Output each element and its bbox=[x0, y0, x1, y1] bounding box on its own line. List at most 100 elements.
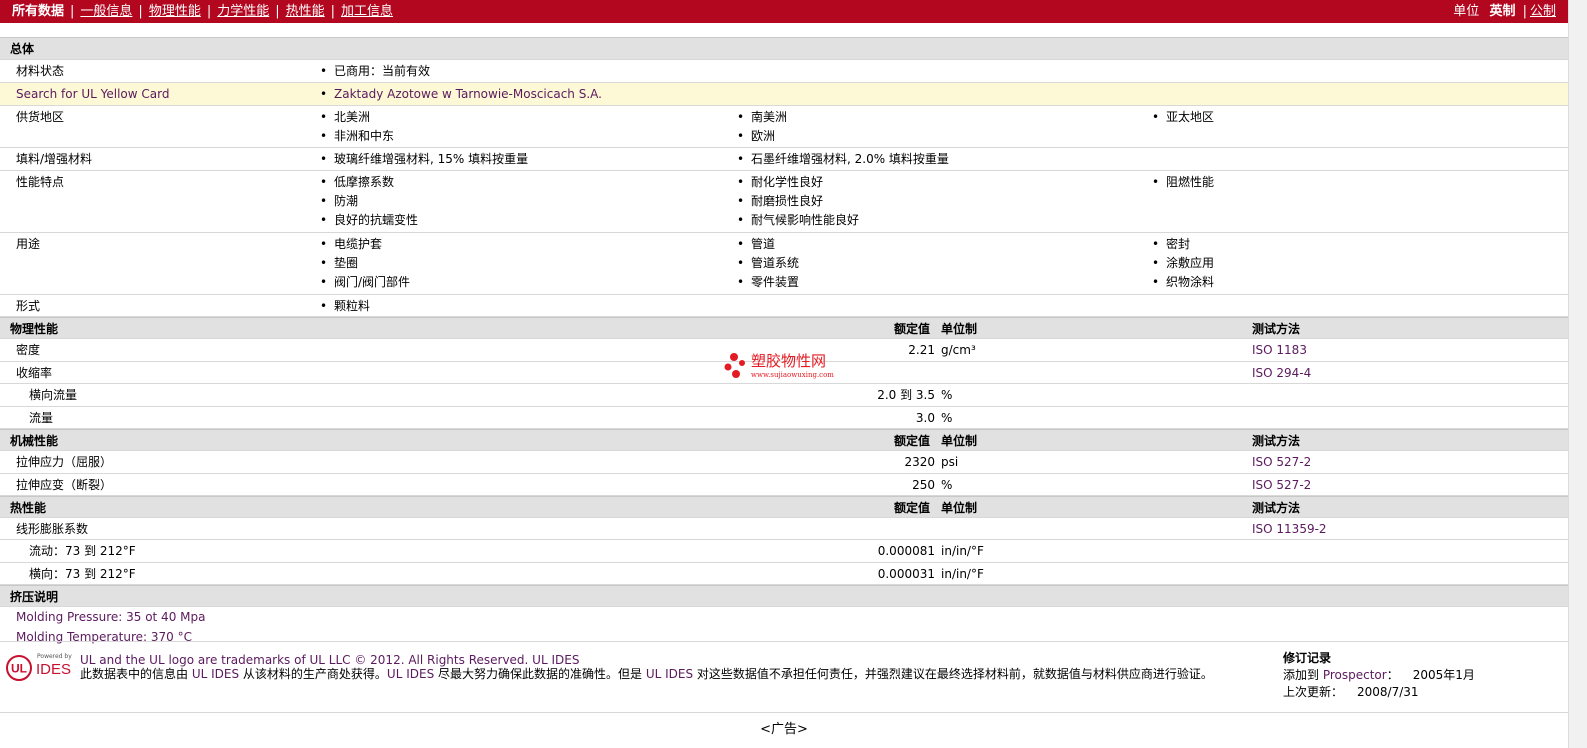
row-value: 颗粒料 bbox=[320, 295, 370, 317]
advertisement-placeholder: <广告> bbox=[760, 722, 808, 737]
list-item: 电缆护套 bbox=[320, 235, 410, 254]
row-value: 2.0 到 3.5 bbox=[877, 388, 935, 402]
section-title: 物理性能 bbox=[10, 322, 59, 336]
row-label: 收缩率 bbox=[16, 366, 53, 380]
ul-ides-link[interactable]: UL IDES bbox=[646, 667, 693, 681]
watermark-url: www.sujiaowuxing.com bbox=[751, 371, 834, 379]
header-rated: 额定值 bbox=[894, 322, 931, 336]
table-row: 流量 3.0 % bbox=[0, 407, 1568, 429]
nav-mechanical[interactable]: 力学性能 bbox=[217, 4, 269, 19]
filler-graphite: 石墨纤维增强材料, 2.0% 填料按重量 bbox=[737, 148, 949, 171]
section-header-physical: 物理性能 额定值 单位制 测试方法 bbox=[0, 317, 1568, 339]
header-method: 测试方法 bbox=[1252, 501, 1301, 515]
header-unit: 单位制 bbox=[941, 322, 978, 336]
header-rated: 额定值 bbox=[894, 434, 931, 448]
prospector-link[interactable]: Prospector bbox=[1323, 668, 1387, 682]
watermark-dots-icon bbox=[724, 353, 745, 378]
list-item: 南美洲 bbox=[737, 108, 787, 127]
list-item: 管道 bbox=[737, 235, 799, 254]
row-label: 供货地区 bbox=[16, 110, 65, 124]
header-method: 测试方法 bbox=[1252, 322, 1301, 336]
row-value: 0.000081 bbox=[877, 544, 935, 558]
row-value: 2320 bbox=[904, 455, 935, 469]
section-title: 机械性能 bbox=[10, 434, 59, 448]
test-method-link[interactable]: ISO 11359-2 bbox=[1252, 518, 1327, 540]
test-method-link[interactable]: ISO 527-2 bbox=[1252, 451, 1311, 474]
vertical-scrollbar[interactable] bbox=[1568, 0, 1587, 748]
row-unit: in/in/°F bbox=[941, 544, 984, 558]
revision-added: 添加到 Prospector： 2005年1月 bbox=[1283, 668, 1475, 682]
list-item: 北美洲 bbox=[320, 108, 394, 127]
watermark-logo: 塑胶物性网 www.sujiaowuxing.com bbox=[723, 352, 863, 384]
nav-thermal[interactable]: 热性能 bbox=[286, 4, 325, 19]
row-label: 填料/增强材料 bbox=[16, 152, 93, 166]
unit-imperial: 英制 bbox=[1489, 4, 1516, 19]
row-label: 拉伸应力（屈服） bbox=[16, 455, 113, 469]
section-header-mechanical: 机械性能 额定值 单位制 测试方法 bbox=[0, 429, 1568, 451]
row-uses: 用途 电缆护套 垫圈 阀门/阀门部件 管道 管道系统 零件装置 密封 涂敷应用 … bbox=[0, 233, 1568, 295]
filler-glass: 玻璃纤维增强材料, 15% 填料按重量 bbox=[320, 148, 528, 171]
table-row: 流动：73 到 212°F 0.000081 in/in/°F bbox=[0, 540, 1568, 563]
list-item: 欧洲 bbox=[737, 127, 787, 146]
row-label: 横向流量 bbox=[29, 388, 78, 402]
table-row: 拉伸应力（屈服） 2320 psi ISO 527-2 bbox=[0, 451, 1568, 474]
revision-title: 修订记录 bbox=[1283, 651, 1332, 665]
row-unit: in/in/°F bbox=[941, 567, 984, 581]
section-header-thermal: 热性能 额定值 单位制 测试方法 bbox=[0, 496, 1568, 518]
table-row: 线形膨胀系数 ISO 11359-2 bbox=[0, 518, 1568, 540]
list-item: 阻燃性能 bbox=[1152, 173, 1214, 192]
test-method-link[interactable]: ISO 294-4 bbox=[1252, 362, 1311, 384]
row-label: 线形膨胀系数 bbox=[16, 522, 89, 536]
table-row: 横向：73 到 212°F 0.000031 in/in/°F bbox=[0, 563, 1568, 585]
test-method-link[interactable]: ISO 527-2 bbox=[1252, 474, 1311, 496]
list-item: 零件装置 bbox=[737, 273, 799, 292]
header-unit: 单位制 bbox=[941, 501, 978, 515]
section-title: 热性能 bbox=[10, 501, 47, 515]
row-label: 密度 bbox=[16, 343, 41, 357]
row-label: 流量 bbox=[29, 411, 54, 425]
nav-all-data[interactable]: 所有数据 bbox=[12, 4, 64, 19]
header-unit: 单位制 bbox=[941, 434, 978, 448]
unit-metric-link[interactable]: 公制 bbox=[1530, 4, 1556, 19]
row-label: 用途 bbox=[16, 237, 41, 251]
list-item: 非洲和中东 bbox=[320, 127, 394, 146]
row-ul-yellow-card: Search for UL Yellow Card Zaktady Azotow… bbox=[0, 83, 1568, 106]
ul-ides-link[interactable]: UL IDES bbox=[192, 667, 239, 681]
row-label: 性能特点 bbox=[16, 175, 65, 189]
svg-text:UL: UL bbox=[11, 662, 27, 676]
row-label: 流动：73 到 212°F bbox=[29, 544, 136, 558]
datasheet-content: 总体 材料状态 已商用：当前有效 Search for UL Yellow Ca… bbox=[0, 23, 1568, 647]
nav-processing[interactable]: 加工信息 bbox=[341, 4, 393, 19]
list-item: 阀门/阀门部件 bbox=[320, 273, 410, 292]
logo-ides-text: IDES bbox=[36, 661, 72, 678]
nav-general-info[interactable]: 一般信息 bbox=[80, 4, 132, 19]
ul-ides-link[interactable]: UL IDES bbox=[532, 653, 579, 667]
manufacturer-link[interactable]: Zaktady Azotowe w Tarnowie-Moscicach S.A… bbox=[334, 87, 602, 101]
footer: UL Powered by IDES UL and the UL logo ar… bbox=[0, 641, 1568, 713]
header-method: 测试方法 bbox=[1252, 434, 1301, 448]
row-form: 形式 颗粒料 bbox=[0, 295, 1568, 317]
row-value: 已商用：当前有效 bbox=[320, 60, 430, 83]
disclaimer: 此数据表中的信息由 UL IDES 从该材料的生产商处获得。UL IDES 尽最… bbox=[80, 667, 1213, 681]
list-item: 低摩擦系数 bbox=[320, 173, 418, 192]
test-method-link[interactable]: ISO 1183 bbox=[1252, 339, 1307, 362]
logo-powered-by: Powered by bbox=[37, 653, 72, 660]
trademark-line: UL and the UL logo are trademarks of UL … bbox=[80, 653, 580, 667]
note-molding-pressure: Molding Pressure: 35 ot 40 Mpa bbox=[16, 610, 206, 624]
revision-updated: 上次更新： 2008/7/31 bbox=[1283, 685, 1419, 699]
row-filler: 填料/增强材料 玻璃纤维增强材料, 15% 填料按重量 石墨纤维增强材料, 2.… bbox=[0, 148, 1568, 171]
nav-physical[interactable]: 物理性能 bbox=[149, 4, 201, 19]
row-label: 材料状态 bbox=[16, 64, 65, 78]
ul-ides-link[interactable]: UL IDES bbox=[387, 667, 434, 681]
footer-legal-text: UL and the UL logo are trademarks of UL … bbox=[80, 653, 1270, 681]
row-label: 横向：73 到 212°F bbox=[29, 567, 136, 581]
row-label: 拉伸应变（断裂） bbox=[16, 478, 113, 492]
watermark-name: 塑胶物性网 bbox=[751, 352, 827, 370]
row-unit: % bbox=[941, 411, 953, 425]
ul-yellow-card-link[interactable]: Search for UL Yellow Card bbox=[16, 83, 169, 106]
list-item: 良好的抗蠕变性 bbox=[320, 211, 418, 230]
units-label: 单位 bbox=[1453, 4, 1480, 19]
header-rated: 额定值 bbox=[894, 501, 931, 515]
row-label: 形式 bbox=[16, 299, 41, 313]
row-value: 250 bbox=[912, 478, 935, 492]
